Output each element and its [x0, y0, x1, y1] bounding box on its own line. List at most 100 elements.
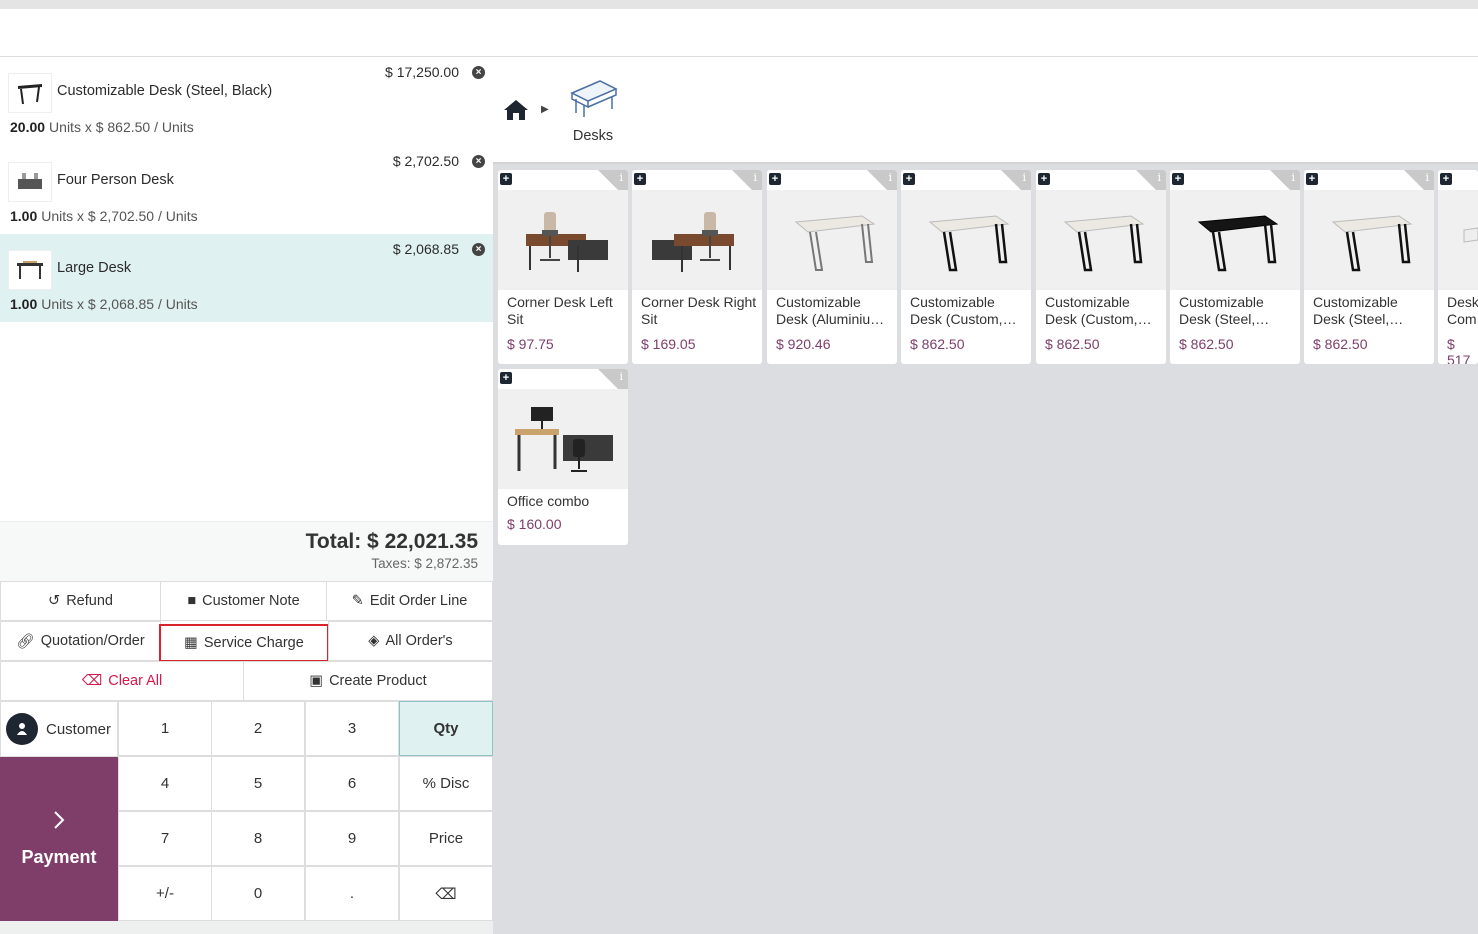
- numpad-key-2[interactable]: 2: [211, 701, 305, 756]
- plus-icon: +: [903, 173, 915, 185]
- refund-button[interactable]: ↺ Refund: [0, 581, 161, 621]
- corner-desk-image: [498, 190, 628, 290]
- order-line-qty: 1.00: [10, 208, 38, 224]
- order-line[interactable]: Four Person Desk $ 2,702.50 × 1.00 Units …: [0, 146, 493, 234]
- numpad-key-9[interactable]: 9: [305, 811, 399, 866]
- info-icon[interactable]: i: [1157, 171, 1161, 184]
- numpad-key-8[interactable]: 8: [211, 811, 305, 866]
- order-taxes: Taxes: $ 2,872.35: [371, 556, 478, 571]
- order-line-qty: 20.00: [10, 119, 46, 135]
- plus-icon: +: [500, 372, 512, 384]
- product-screen: ▶ Desks + i Corner Desk Left Sit $ 97.75…: [493, 57, 1478, 934]
- order-total: Total: $ 22,021.35: [305, 530, 478, 553]
- desk-category-icon: [570, 80, 618, 117]
- black-desk-image: [1170, 190, 1300, 290]
- product-card[interactable]: + i Customizable Desk (Custom,… $ 862.50: [901, 170, 1031, 364]
- white-desk-image: [1036, 190, 1166, 290]
- home-icon[interactable]: [503, 99, 529, 126]
- category-label: Desks: [572, 128, 614, 144]
- product-name: Customizable Desk (Aluminiu…: [776, 294, 885, 327]
- info-icon[interactable]: i: [619, 370, 623, 383]
- numpad-mode-price[interactable]: Price: [399, 811, 493, 866]
- order-line-qty-row: 1.00 Units x $ 2,068.85 / Units: [10, 296, 198, 312]
- remove-icon[interactable]: ×: [472, 155, 485, 168]
- numpad-key-3[interactable]: 3: [305, 701, 399, 756]
- customer-note-button[interactable]: ■ Customer Note: [160, 581, 327, 621]
- numpad-key-4[interactable]: 4: [118, 756, 212, 811]
- product-name: Customizable Desk (Custom,…: [1045, 294, 1152, 327]
- eraser-icon: ⌫: [81, 673, 103, 689]
- product-price: $ 862.50: [1179, 336, 1234, 352]
- product-price: $ 517: [1447, 336, 1471, 364]
- product-card[interactable]: + i Customizable Desk (Aluminiu… $ 920.4…: [767, 170, 897, 364]
- breadcrumb: ▶ Desks: [493, 57, 1478, 164]
- order-line-qty: 1.00: [10, 296, 38, 312]
- product-card[interactable]: + i Customizable Desk (Steel,… $ 862.50: [1304, 170, 1434, 364]
- plus-icon: +: [769, 173, 781, 185]
- clear-all-label: Clear All: [108, 673, 163, 689]
- clear-all-button[interactable]: ⌫ Clear All: [0, 661, 244, 701]
- quotation-order-label: Quotation/Order: [40, 633, 145, 649]
- numpad-key-backspace[interactable]: ⌫: [399, 866, 493, 921]
- service-charge-button[interactable]: ▦ Service Charge: [159, 624, 329, 662]
- product-card[interactable]: + i Customizable Desk (Custom,… $ 862.50: [1036, 170, 1166, 364]
- edit-order-line-label: Edit Order Line: [369, 593, 468, 609]
- order-line[interactable]: Customizable Desk (Steel, Black) $ 17,25…: [0, 57, 493, 145]
- product-thumbnail: [8, 250, 52, 290]
- payment-button[interactable]: Payment: [0, 757, 118, 921]
- numpad-key-dot[interactable]: .: [305, 866, 399, 921]
- remove-icon[interactable]: ×: [472, 243, 485, 256]
- plus-icon: +: [1306, 173, 1318, 185]
- numpad-key-0[interactable]: 0: [211, 866, 305, 921]
- product-card[interactable]: + i Customizable Desk (Steel,… $ 862.50: [1170, 170, 1300, 364]
- plus-icon: +: [1172, 173, 1184, 185]
- order-line-name: Four Person Desk: [57, 172, 174, 188]
- product-card[interactable]: + i Office combo $ 160.00: [498, 369, 628, 545]
- edit-icon: ✎: [351, 593, 364, 609]
- browser-top-strip: [0, 0, 1478, 9]
- numpad-mode-disc[interactable]: % Disc: [399, 756, 493, 811]
- product-thumbnail: [8, 73, 52, 113]
- numpad-key-5[interactable]: 5: [211, 756, 305, 811]
- remove-icon[interactable]: ×: [472, 66, 485, 79]
- order-line-selected[interactable]: Large Desk $ 2,068.85 × 1.00 Units x $ 2,…: [0, 234, 493, 322]
- customer-button[interactable]: Customer: [0, 701, 118, 757]
- edit-order-line-button[interactable]: ✎ Edit Order Line: [326, 581, 493, 621]
- order-line-price: $ 2,068.85: [392, 241, 459, 257]
- numpad-key-7[interactable]: 7: [118, 811, 212, 866]
- white-desk-image: [901, 190, 1031, 290]
- product-name: Corner Desk Right Sit: [641, 294, 757, 327]
- plus-icon: +: [1440, 173, 1452, 185]
- numpad-area: Customer Payment 1 2 3 Qty 4 5 6 % Disc …: [0, 701, 493, 921]
- product-name: Customizable Desk (Steel,…: [1313, 294, 1404, 327]
- info-icon[interactable]: i: [1022, 171, 1026, 184]
- plus-icon: +: [500, 173, 512, 185]
- create-product-label: Create Product: [329, 673, 427, 689]
- quotation-order-button[interactable]: 🔗︎ Quotation/Order: [0, 621, 161, 661]
- product-price: $ 862.50: [910, 336, 965, 352]
- order-line-name: Large Desk: [57, 260, 132, 276]
- product-price: $ 920.46: [776, 336, 831, 352]
- product-card-partial[interactable]: + Desk Com $ 517: [1438, 170, 1478, 364]
- office-combo-image: [498, 389, 628, 489]
- product-card[interactable]: + i Corner Desk Left Sit $ 97.75: [498, 170, 628, 364]
- order-line-unit-text: Units x $ 862.50 / Units: [49, 119, 194, 135]
- numpad-key-1[interactable]: 1: [118, 701, 212, 756]
- link-icon: 🔗︎: [16, 633, 35, 650]
- numpad-mode-qty[interactable]: Qty: [399, 701, 493, 756]
- numpad-key-plus-minus[interactable]: +/-: [118, 866, 212, 921]
- info-icon[interactable]: i: [888, 171, 892, 184]
- info-icon[interactable]: i: [619, 171, 623, 184]
- product-price: $ 862.50: [1313, 336, 1368, 352]
- product-card[interactable]: + i Corner Desk Right Sit $ 169.05: [632, 170, 762, 364]
- product-name: Customizable Desk (Custom,…: [910, 294, 1017, 327]
- create-product-button[interactable]: ▣ Create Product: [243, 661, 493, 701]
- info-icon[interactable]: i: [1425, 171, 1429, 184]
- product-price: $ 862.50: [1045, 336, 1100, 352]
- info-icon[interactable]: i: [1291, 171, 1295, 184]
- info-icon[interactable]: i: [753, 171, 757, 184]
- category-desks[interactable]: Desks: [563, 75, 623, 144]
- numpad-key-6[interactable]: 6: [305, 756, 399, 811]
- order-panel: Customizable Desk (Steel, Black) $ 17,25…: [0, 57, 493, 934]
- all-orders-button[interactable]: ◈ All Order's: [328, 621, 493, 661]
